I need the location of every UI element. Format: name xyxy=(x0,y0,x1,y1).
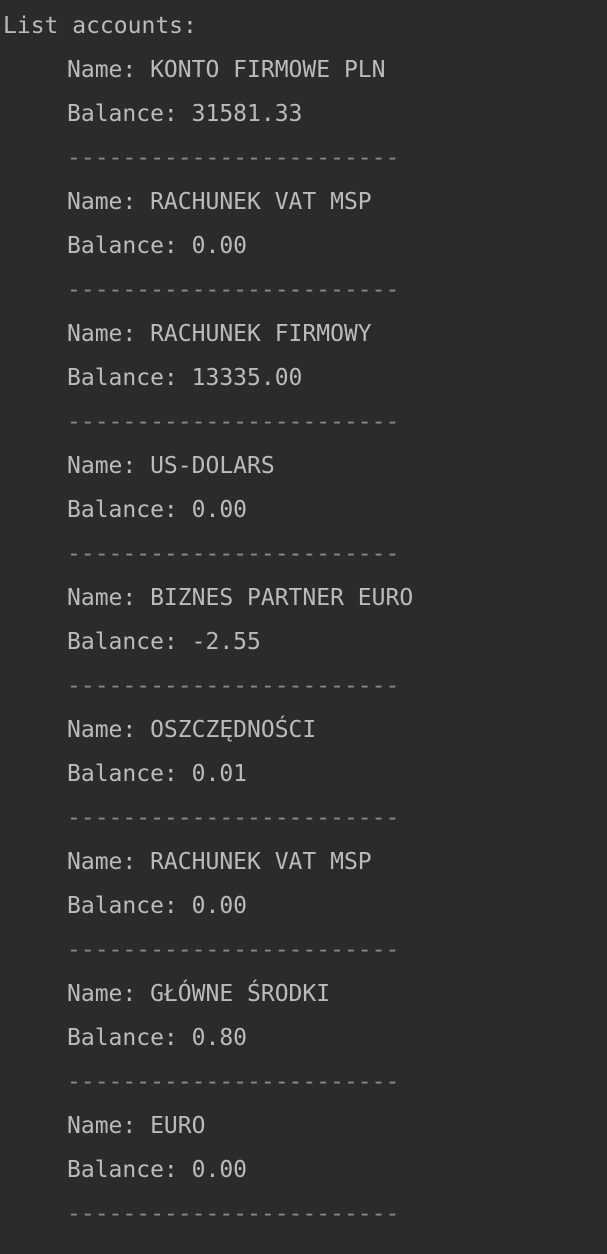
account-entry: Name: US-DOLARS Balance: 0.00 ----------… xyxy=(0,444,607,576)
list-accounts-header: List accounts: xyxy=(3,13,197,39)
account-balance-line: Balance: 13335.00 xyxy=(67,365,303,391)
account-name-line: Name: RACHUNEK VAT MSP xyxy=(67,849,372,875)
account-entry: Name: KONTO FIRMOWE PLN Balance: 31581.3… xyxy=(0,48,607,180)
separator-line: ------------------------ xyxy=(67,673,400,699)
account-balance-line: Balance: 0.00 xyxy=(67,233,248,259)
account-name-line: Name: BIZNES PARTNER EURO xyxy=(67,585,414,611)
account-entry: Name: RACHUNEK VAT MSP Balance: 0.00 ---… xyxy=(0,840,607,972)
separator-line: ------------------------ xyxy=(67,1069,400,1095)
account-name-line: Name: KONTO FIRMOWE PLN xyxy=(67,57,386,83)
account-balance-line: Balance: 0.00 xyxy=(67,497,248,523)
account-balance-line: Balance: 0.00 xyxy=(67,1157,248,1183)
separator-line: ------------------------ xyxy=(67,1201,400,1227)
account-entry: Name: RACHUNEK VAT MSP Balance: 0.00 ---… xyxy=(0,180,607,312)
separator-line: ------------------------ xyxy=(67,409,400,435)
account-balance-line: Balance: 0.80 xyxy=(67,1025,248,1051)
account-balance-line: Balance: 31581.33 xyxy=(67,101,303,127)
account-name-line: Name: RACHUNEK FIRMOWY xyxy=(67,321,372,347)
separator-line: ------------------------ xyxy=(67,937,400,963)
account-name-line: Name: EURO xyxy=(67,1113,206,1139)
account-entry: Name: OSZCZĘDNOŚCI Balance: 0.01 -------… xyxy=(0,708,607,840)
account-entry: Name: GŁÓWNE ŚRODKI Balance: 0.80 ------… xyxy=(0,972,607,1104)
separator-line: ------------------------ xyxy=(67,541,400,567)
account-name-line: Name: US-DOLARS xyxy=(67,453,275,479)
account-balance-line: Balance: 0.00 xyxy=(67,893,248,919)
account-entry: Name: EURO Balance: 0.00 ---------------… xyxy=(0,1104,607,1236)
account-name-line: Name: RACHUNEK VAT MSP xyxy=(67,189,372,215)
account-entry: Name: RACHUNEK FIRMOWY Balance: 13335.00… xyxy=(0,312,607,444)
account-balance-line: Balance: -2.55 xyxy=(67,629,261,655)
account-name-line: Name: GŁÓWNE ŚRODKI xyxy=(67,981,331,1007)
separator-line: ------------------------ xyxy=(67,277,400,303)
account-entry: Name: BIZNES PARTNER EURO Balance: -2.55… xyxy=(0,576,607,708)
console-output: List accounts: Name: KONTO FIRMOWE PLN B… xyxy=(0,0,607,1254)
account-name-line: Name: OSZCZĘDNOŚCI xyxy=(67,717,317,743)
separator-line: ------------------------ xyxy=(67,805,400,831)
separator-line: ------------------------ xyxy=(67,145,400,171)
account-balance-line: Balance: 0.01 xyxy=(67,761,248,787)
